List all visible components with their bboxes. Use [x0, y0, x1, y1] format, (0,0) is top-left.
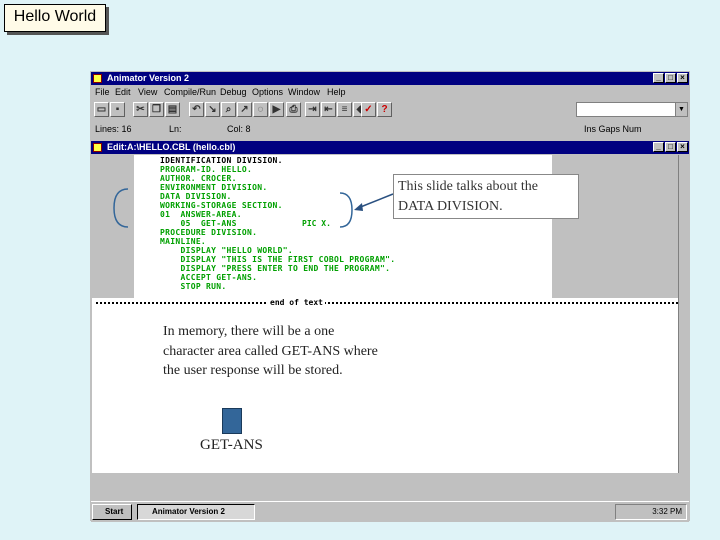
memory-label: GET-ANS — [200, 437, 263, 453]
memory-cell — [222, 408, 242, 434]
left-bracket — [113, 188, 129, 228]
memory-note: In memory, there will be a one character… — [163, 324, 378, 378]
annotation-overlay — [113, 188, 394, 228]
callout-arrow — [357, 193, 394, 209]
right-bracket — [339, 192, 353, 228]
arrow-head — [354, 203, 363, 211]
callout-box: This slide talks about the DATA DIVISION… — [393, 174, 579, 219]
